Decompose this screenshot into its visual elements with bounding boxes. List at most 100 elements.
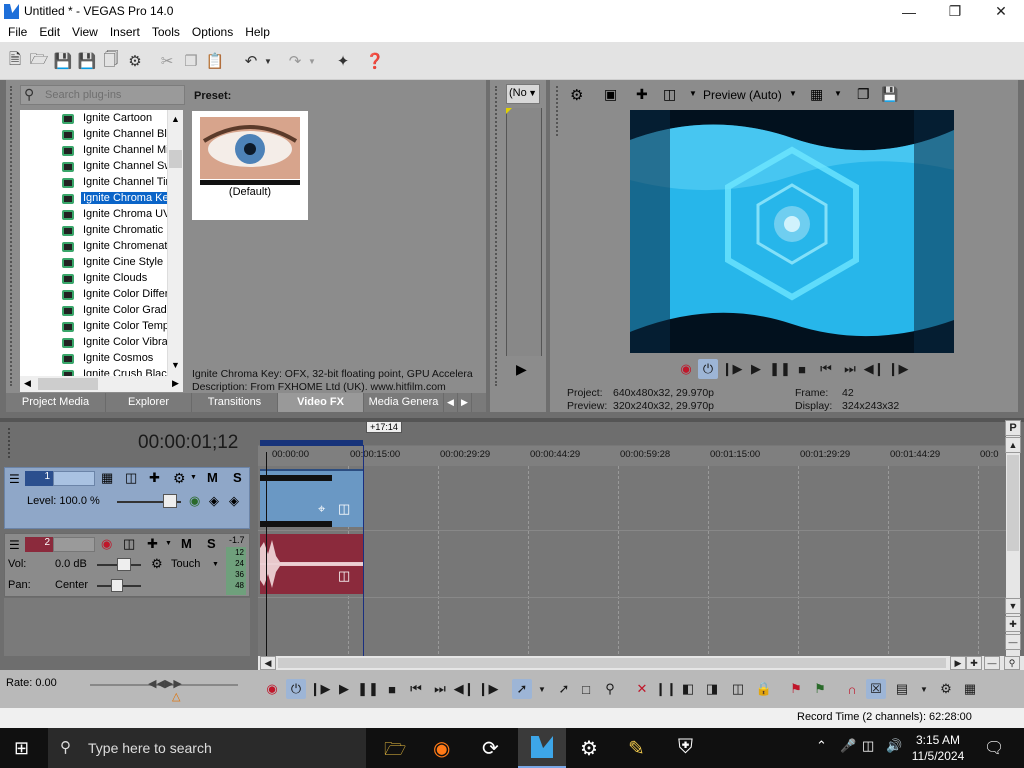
trim-icon[interactable]: ❙❙ <box>655 679 677 699</box>
event-fx-icon[interactable]: ✦ <box>333 51 353 71</box>
zoom-out-icon[interactable]: — <box>984 656 1000 670</box>
settings-gear-icon[interactable]: ⚙ <box>580 736 598 761</box>
tree-item[interactable]: Ignite Channel Swap <box>20 159 168 175</box>
previous-frame-icon[interactable]: ◀❙ <box>454 679 475 699</box>
video-event-clip[interactable]: ⌖ ◫ <box>260 469 363 527</box>
overlays-grid-icon[interactable]: ▦ <box>810 86 823 103</box>
tree-item[interactable]: Ignite Chromatic <box>20 223 168 239</box>
external-monitor-icon[interactable]: ▣ <box>604 86 617 103</box>
panel-grip[interactable] <box>10 86 14 386</box>
pen-tool-icon[interactable]: ✎ <box>628 736 645 761</box>
preview-quality-dropdown[interactable]: Preview (Auto) <box>703 88 782 102</box>
compositing-mode-icon[interactable]: ✚ <box>149 470 160 486</box>
tree-item[interactable]: Ignite Crush Black <box>20 367 168 376</box>
trimmer-track[interactable] <box>506 108 542 356</box>
panel-grip[interactable] <box>8 428 12 458</box>
menu-options[interactable]: Options <box>186 23 239 42</box>
microphone-icon[interactable]: 🎤 <box>840 738 856 754</box>
render-as-icon[interactable]: 🗍 <box>101 51 121 71</box>
undo-dropdown-icon[interactable]: ▼ <box>258 51 278 71</box>
chevron-down-icon[interactable]: ▼ <box>532 679 552 699</box>
tab-explorer[interactable]: Explorer <box>106 393 192 412</box>
notifications-icon[interactable]: 🗨 <box>984 738 1004 758</box>
menu-view[interactable]: View <box>66 23 104 42</box>
properties-gear-icon[interactable]: ⚙ <box>125 51 145 71</box>
scroll-left-icon[interactable]: ◀ <box>260 656 276 670</box>
track-fx-icon[interactable]: ◫ <box>125 470 137 486</box>
save-icon[interactable]: 💾 <box>53 51 73 71</box>
volume-slider-thumb[interactable] <box>117 558 131 571</box>
tree-item[interactable]: Ignite Chromenator <box>20 239 168 255</box>
windows-start-icon[interactable]: ⊞ <box>14 738 29 759</box>
scroll-up-icon[interactable]: ▲ <box>1005 437 1021 453</box>
redo-dropdown-icon[interactable]: ▼ <box>302 51 322 71</box>
tree-item[interactable]: Ignite Cine Style <box>20 255 168 271</box>
chevron-down-icon[interactable]: ▼ <box>834 89 842 98</box>
chevron-down-icon[interactable]: ▼ <box>212 561 219 568</box>
next-frame-icon[interactable]: ❙▶ <box>478 679 499 699</box>
insert-region-icon[interactable]: ⚑ <box>810 679 830 699</box>
track-minimize-icon[interactable]: ☰ <box>9 538 20 552</box>
tab-transitions[interactable]: Transitions <box>192 393 278 412</box>
scroll-thumb[interactable] <box>1007 455 1019 551</box>
tab-project-media[interactable]: Project Media <box>6 393 106 412</box>
chevron-down-icon[interactable]: ▼ <box>914 679 934 699</box>
firefox-icon[interactable]: ◉ <box>433 736 450 761</box>
event-fx-icon[interactable]: ◫ <box>338 501 350 517</box>
track-settings-gear-icon[interactable]: ⚙ <box>173 470 186 487</box>
copy-snapshot-icon[interactable]: ❐ <box>857 86 870 103</box>
parent-icon[interactable]: ◈ <box>209 493 219 509</box>
menu-tools[interactable]: Tools <box>146 23 186 42</box>
tree-item[interactable]: Ignite Channel Time <box>20 175 168 191</box>
track-motion-icon[interactable]: ▦ <box>101 470 113 486</box>
next-frame-icon[interactable]: ❙▶ <box>888 359 909 379</box>
save-snapshot-icon[interactable]: 💾 <box>881 86 898 103</box>
track-fx-icon[interactable]: ◫ <box>123 536 135 552</box>
go-to-start-icon[interactable]: ⏮ <box>816 359 836 379</box>
insert-marker-icon[interactable]: ⚑ <box>786 679 806 699</box>
automation-gear-icon[interactable]: ⚙ <box>151 556 163 572</box>
tree-item[interactable]: Ignite Channel Blur <box>20 127 168 143</box>
audio-event-clip[interactable]: ◫ <box>260 534 363 594</box>
menu-edit[interactable]: Edit <box>33 23 66 42</box>
record-icon[interactable]: ◉ <box>676 359 696 379</box>
tree-item[interactable]: Ignite Channel Mixer <box>20 143 168 159</box>
open-folder-icon[interactable]: 🗁 <box>29 51 49 71</box>
mute-button[interactable]: M <box>207 470 218 485</box>
chevron-down-icon[interactable]: ▼ <box>789 89 797 98</box>
tree-item[interactable]: Ignite Chroma UV <box>20 207 168 223</box>
volume-speaker-icon[interactable]: 🔊 <box>886 738 902 754</box>
solo-button[interactable]: S <box>233 470 242 485</box>
chevron-down-icon[interactable]: ▼ <box>689 89 697 98</box>
tree-item[interactable]: Ignite Color Gradient <box>20 303 168 319</box>
tree-item[interactable]: Ignite Color Temperature <box>20 319 168 335</box>
preset-thumbnail[interactable] <box>192 111 308 220</box>
play-icon[interactable]: ▶ <box>746 359 766 379</box>
record-icon[interactable]: ◉ <box>262 679 282 699</box>
play-from-start-icon[interactable]: ❙▶ <box>722 359 743 379</box>
lock-envelopes-icon[interactable]: ⚙ <box>936 679 956 699</box>
stop-icon[interactable]: ■ <box>792 359 812 379</box>
go-to-end-icon[interactable]: ⏭ <box>430 679 450 699</box>
split-screen-icon[interactable]: ✚ <box>636 86 648 103</box>
scroll-right-icon[interactable]: ▶ <box>172 378 179 389</box>
ignore-event-grouping-icon[interactable]: ▦ <box>960 679 980 699</box>
level-slider-thumb[interactable] <box>163 494 177 508</box>
playhead-cursor[interactable] <box>266 452 267 656</box>
track-minimize-icon[interactable]: ☰ <box>9 472 20 486</box>
event-pan-crop-icon[interactable]: ⌖ <box>318 501 325 517</box>
cut-icon[interactable]: ✂ <box>157 51 177 71</box>
play-from-start-icon[interactable]: ❙▶ <box>310 679 331 699</box>
close-button[interactable]: ✕ <box>978 0 1024 23</box>
trim-end-icon[interactable]: ◨ <box>702 679 722 699</box>
go-to-start-icon[interactable]: ⏮ <box>406 679 426 699</box>
automation-icon[interactable]: ✚ <box>147 536 158 552</box>
zoom-in-vertical-icon[interactable]: ✚ <box>1005 616 1021 632</box>
chevron-down-icon[interactable]: ▼ <box>190 474 197 481</box>
lock-icon[interactable]: 🔒 <box>754 679 774 699</box>
pan-slider-thumb[interactable] <box>111 579 123 592</box>
markers-pin-icon[interactable]: P <box>1005 420 1021 436</box>
tree-horizontal-scrollbar[interactable]: ◀ ▶ <box>20 376 183 392</box>
envelope-tool-icon[interactable]: ➚ <box>554 679 574 699</box>
normal-edit-tool-icon[interactable]: ➚ <box>512 679 532 699</box>
